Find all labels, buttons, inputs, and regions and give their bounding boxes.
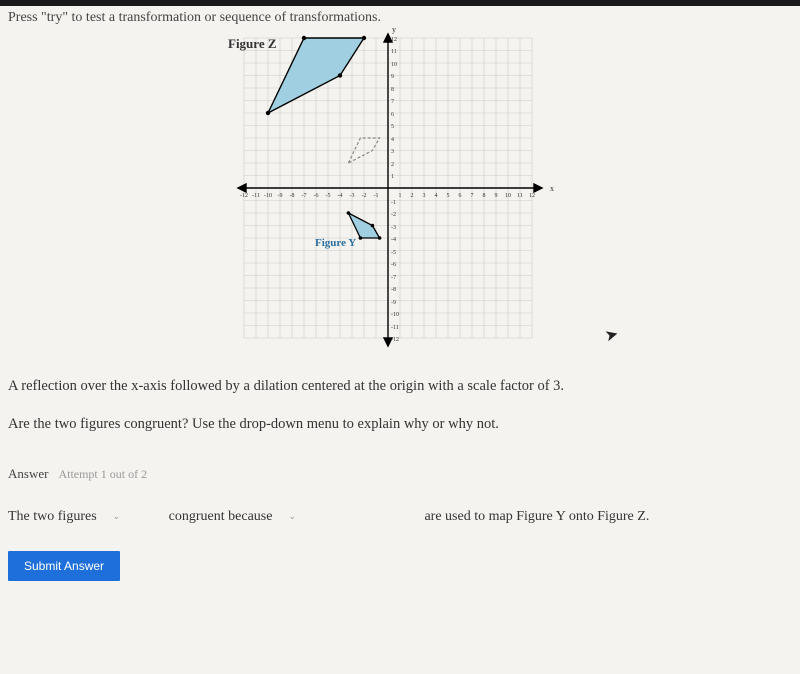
coordinate-graph: y x 121110987654321 -1-2-3-4-5-6-7-8-9-1… [220, 28, 580, 358]
svg-text:5: 5 [447, 193, 450, 199]
svg-text:1: 1 [391, 174, 394, 180]
svg-text:6: 6 [459, 193, 462, 199]
svg-text:10: 10 [505, 193, 511, 199]
attempt-label: Attempt 1 out of 2 [58, 467, 147, 481]
chevron-down-icon: ⌄ [113, 511, 121, 522]
svg-text:3: 3 [423, 193, 426, 199]
svg-text:-7: -7 [391, 275, 396, 281]
svg-text:-3: -3 [391, 225, 396, 231]
svg-text:11: 11 [517, 193, 523, 199]
svg-text:-8: -8 [391, 287, 396, 293]
dropdown-reason[interactable]: ⌄ [278, 507, 418, 527]
svg-text:-12: -12 [240, 193, 248, 199]
svg-text:8: 8 [483, 193, 486, 199]
sentence-part2: congruent because [169, 509, 273, 525]
sentence-part1: The two figures [8, 509, 97, 525]
svg-text:8: 8 [391, 87, 394, 93]
svg-text:1: 1 [399, 193, 402, 199]
svg-text:-7: -7 [302, 193, 307, 199]
transformation-description: A reflection over the x-axis followed by… [8, 376, 792, 398]
svg-text:-3: -3 [350, 193, 355, 199]
svg-text:9: 9 [391, 74, 394, 80]
svg-text:-4: -4 [338, 193, 343, 199]
x-axis-label: x [550, 184, 554, 193]
svg-text:3: 3 [391, 149, 394, 155]
svg-text:-9: -9 [391, 300, 396, 306]
svg-text:11: 11 [391, 49, 397, 55]
svg-text:-6: -6 [391, 262, 396, 268]
svg-text:-10: -10 [264, 193, 272, 199]
svg-text:-2: -2 [362, 193, 367, 199]
svg-text:-4: -4 [391, 237, 396, 243]
svg-text:4: 4 [391, 137, 394, 143]
svg-text:-10: -10 [391, 312, 399, 318]
svg-text:4: 4 [435, 193, 438, 199]
svg-text:-9: -9 [278, 193, 283, 199]
svg-text:10: 10 [391, 62, 397, 68]
svg-text:-5: -5 [391, 250, 396, 256]
figure-z-label: Figure Z [228, 36, 277, 52]
chevron-down-icon: ⌄ [288, 511, 296, 522]
svg-text:7: 7 [391, 99, 394, 105]
svg-text:5: 5 [391, 124, 394, 130]
submit-button[interactable]: Submit Answer [8, 551, 120, 581]
svg-text:-5: -5 [326, 193, 331, 199]
svg-text:2: 2 [411, 193, 414, 199]
svg-text:-8: -8 [290, 193, 295, 199]
svg-text:-1: -1 [374, 193, 379, 199]
answer-label: Answer [8, 466, 48, 481]
svg-text:12: 12 [529, 193, 535, 199]
svg-text:7: 7 [471, 193, 474, 199]
svg-text:-1: -1 [391, 200, 396, 206]
svg-text:-11: -11 [391, 325, 399, 331]
svg-text:-2: -2 [391, 212, 396, 218]
instruction-text: Press "try" to test a transformation or … [8, 10, 792, 26]
svg-text:12: 12 [391, 37, 397, 43]
y-axis-label: y [392, 28, 396, 34]
sentence-part3: are used to map Figure Y onto Figure Z. [424, 509, 649, 525]
svg-text:-11: -11 [252, 193, 260, 199]
graph-container: Figure Z y x 12111098 [8, 28, 792, 358]
svg-text:6: 6 [391, 112, 394, 118]
svg-text:-6: -6 [314, 193, 319, 199]
answer-sentence: The two figures ⌄ congruent because ⌄ ar… [8, 507, 792, 527]
svg-text:9: 9 [495, 193, 498, 199]
question-text: Are the two figures congruent? Use the d… [8, 416, 792, 433]
dropdown-congruent[interactable]: ⌄ [103, 507, 163, 527]
svg-text:2: 2 [391, 162, 394, 168]
svg-text:-12: -12 [391, 337, 399, 343]
figure-y-label: Figure Y [315, 237, 356, 249]
